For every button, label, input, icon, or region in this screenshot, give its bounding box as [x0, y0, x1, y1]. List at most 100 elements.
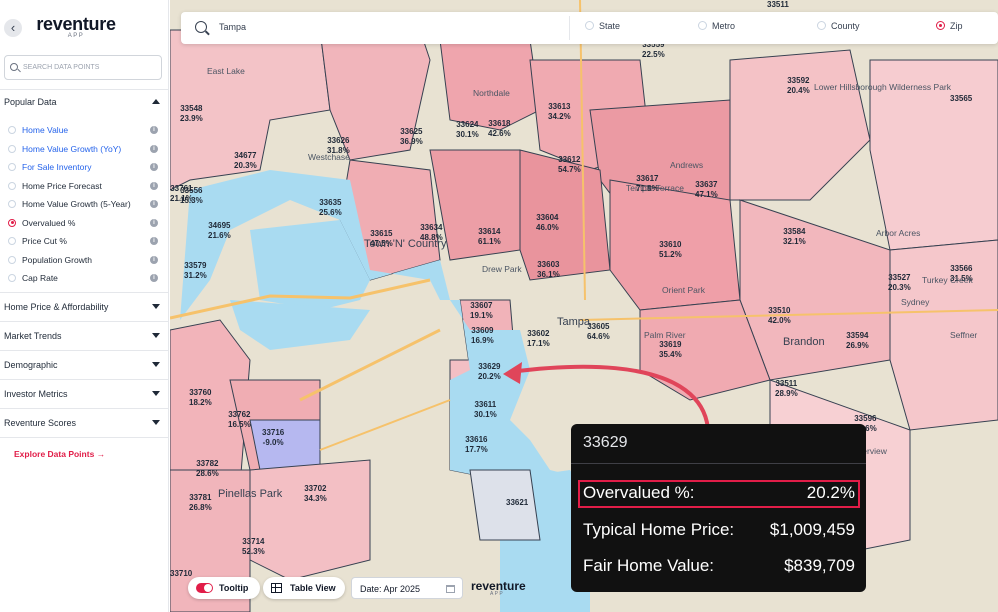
zip-label[interactable]: 33716 -9.0%	[262, 428, 284, 448]
zip-label[interactable]: 33603 36.1%	[537, 260, 560, 280]
radio-button[interactable]	[698, 21, 707, 30]
radio-button[interactable]	[585, 21, 594, 30]
zip-label[interactable]: 33511	[767, 0, 789, 10]
zip-label[interactable]: 33592 20.4%	[787, 76, 810, 96]
zip-label[interactable]: 33510 42.0%	[768, 306, 791, 326]
zip-label[interactable]: 33548 23.9%	[180, 104, 203, 124]
search-icon[interactable]	[195, 21, 207, 33]
table-view-button[interactable]: Table View	[263, 577, 345, 599]
zip-code: 33565	[950, 94, 973, 103]
zip-label[interactable]: 33782 28.6%	[196, 459, 219, 479]
info-icon[interactable]: i	[150, 144, 158, 153]
zip-label[interactable]: 34677 20.3%	[234, 151, 257, 171]
toggle-switch[interactable]	[196, 583, 213, 593]
zip-label[interactable]: 33702 34.3%	[304, 484, 327, 504]
section-header[interactable]: Reventure Scores	[4, 418, 160, 428]
info-icon[interactable]: i	[150, 163, 158, 171]
radio-button[interactable]	[8, 274, 16, 282]
table-icon	[271, 583, 282, 593]
info-icon[interactable]: i	[150, 255, 158, 264]
radio-button[interactable]	[8, 218, 16, 227]
zip-label[interactable]: 33611 30.1%	[474, 400, 497, 420]
geo-option-metro[interactable]: Metro	[698, 21, 735, 31]
zip-label[interactable]: 33618 42.6%	[488, 119, 511, 139]
zip-code: 33548	[180, 104, 203, 113]
data-point-item[interactable]: For Sale Inventory i	[8, 160, 160, 174]
zip-label[interactable]: 33637 47.1%	[695, 180, 718, 200]
back-button[interactable]: ‹	[4, 19, 22, 37]
zip-label[interactable]: 33624 30.1%	[456, 120, 479, 140]
data-point-item[interactable]: Overvalued % i	[8, 216, 160, 230]
info-icon[interactable]: i	[150, 237, 158, 245]
zip-label[interactable]: 33612 54.7%	[558, 155, 581, 175]
zip-label[interactable]: 33584 32.1%	[783, 227, 806, 247]
data-point-item[interactable]: Price Cut % i	[8, 234, 160, 248]
zip-label[interactable]: 33609 16.9%	[471, 326, 494, 346]
zip-label[interactable]: 33710	[170, 569, 192, 579]
zip-label[interactable]: 33565	[950, 94, 972, 104]
location-search-input[interactable]: Tampa	[219, 22, 246, 32]
data-point-item[interactable]: Home Value i	[8, 123, 160, 137]
zip-label[interactable]: 33619 35.4%	[659, 340, 682, 360]
zip-code: 33584	[783, 227, 806, 236]
radio-button[interactable]	[936, 21, 945, 30]
zip-label[interactable]: 33762 16.5%	[228, 410, 251, 430]
data-point-item[interactable]: Home Value Growth (YoY) i	[8, 142, 160, 156]
radio-button[interactable]	[8, 237, 16, 245]
explore-data-points-link[interactable]: Explore Data Points →	[14, 449, 105, 459]
zip-code: 33592	[787, 76, 810, 85]
section-title: Popular Data	[4, 97, 57, 107]
zip-label[interactable]: 33607 19.1%	[470, 301, 493, 321]
search-icon	[10, 63, 18, 71]
zip-label[interactable]: 33635 25.6%	[319, 198, 342, 218]
zip-label[interactable]: 33616 17.7%	[465, 435, 488, 455]
search-data-points-input[interactable]: SEARCH DATA POINTS	[4, 55, 162, 80]
info-icon[interactable]: i	[150, 126, 158, 134]
divider	[0, 379, 168, 380]
radio-button[interactable]	[817, 21, 826, 30]
zip-label[interactable]: 33602 17.1%	[527, 329, 550, 349]
section-popular-data[interactable]: Popular Data	[4, 97, 160, 107]
radio-button[interactable]	[8, 200, 16, 208]
radio-button[interactable]	[8, 163, 16, 171]
zip-label[interactable]: 33527 20.3%	[888, 273, 911, 293]
zip-label[interactable]: 33625 36.9%	[400, 127, 423, 147]
zip-label[interactable]: 34695 21.6%	[208, 221, 231, 241]
zip-label[interactable]: 33761 21.1%	[170, 184, 193, 204]
zip-label[interactable]: 33604 46.0%	[536, 213, 559, 233]
data-point-item[interactable]: Home Price Forecast i	[8, 179, 160, 193]
data-point-item[interactable]: Population Growth i	[8, 253, 160, 267]
info-icon[interactable]: i	[150, 181, 158, 190]
zip-label[interactable]: 33714 52.3%	[242, 537, 265, 557]
geo-option-state[interactable]: State	[585, 21, 620, 31]
section-header[interactable]: Home Price & Affordability	[4, 302, 160, 312]
zip-label[interactable]: 33781 26.8%	[189, 493, 212, 513]
section-header[interactable]: Demographic	[4, 360, 160, 370]
data-point-item[interactable]: Home Value Growth (5-Year) i	[8, 197, 160, 211]
zip-label[interactable]: 33614 61.1%	[478, 227, 501, 247]
tooltip-toggle[interactable]: Tooltip	[188, 577, 260, 599]
zip-label[interactable]: 33511 28.9%	[775, 379, 798, 399]
date-picker[interactable]: Date: Apr 2025	[351, 577, 463, 599]
info-icon[interactable]: i	[150, 218, 158, 227]
zip-label[interactable]: 33605 64.6%	[587, 322, 610, 342]
radio-button[interactable]	[8, 144, 16, 153]
zip-label[interactable]: 33629 20.2%	[478, 362, 501, 382]
zip-label[interactable]: 33621	[506, 498, 528, 508]
geo-option-county[interactable]: County	[817, 21, 860, 31]
brand-logo[interactable]: reventure APP	[36, 14, 116, 39]
zip-label[interactable]: 33613 34.2%	[548, 102, 571, 122]
radio-button[interactable]	[8, 126, 16, 134]
section-header[interactable]: Market Trends	[4, 331, 160, 341]
info-icon[interactable]: i	[150, 274, 158, 282]
radio-button[interactable]	[8, 181, 16, 190]
zip-label[interactable]: 33610 51.2%	[659, 240, 682, 260]
data-point-item[interactable]: Cap Rate i	[8, 271, 160, 285]
geo-option-zip[interactable]: Zip	[936, 21, 963, 31]
zip-label[interactable]: 33760 18.2%	[189, 388, 212, 408]
section-header[interactable]: Investor Metrics	[4, 389, 160, 399]
zip-label[interactable]: 33594 26.9%	[846, 331, 869, 351]
radio-button[interactable]	[8, 255, 16, 264]
info-icon[interactable]: i	[150, 200, 158, 208]
zip-label[interactable]: 33579 31.2%	[184, 261, 207, 281]
